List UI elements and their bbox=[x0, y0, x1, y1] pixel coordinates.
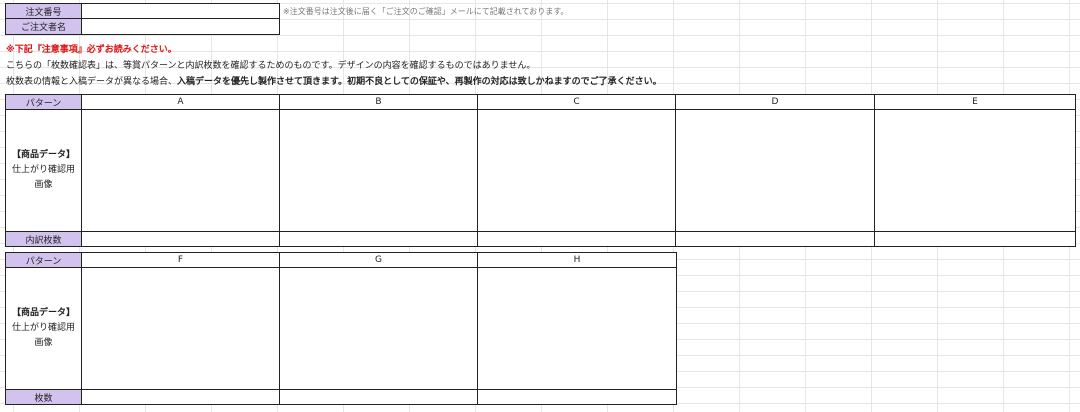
product-data-label: 【商品データ】 仕上がり確認用 画像 bbox=[5, 267, 82, 390]
count-cell[interactable] bbox=[81, 231, 280, 247]
notice-line-2-bold: 入稿データを優先し製作させて頂きます。初期不良としての保証や、再製作の対応は致し… bbox=[177, 77, 662, 87]
pattern-column-header: C bbox=[477, 94, 676, 110]
pattern-table-2: パターン F G H 【商品データ】 仕上がり確認用 画像 枚数 bbox=[5, 252, 677, 405]
count-cell[interactable] bbox=[675, 231, 875, 247]
pattern-column-header: D bbox=[675, 94, 875, 110]
notice-line-1: こちらの「枚数確認表」は、等賞パターンと内訳枚数を確認するためのものです。デザイ… bbox=[6, 61, 536, 71]
count-cell[interactable] bbox=[81, 389, 280, 405]
pattern-column-header: G bbox=[279, 252, 478, 268]
product-data-image-label: 画像 bbox=[34, 338, 53, 348]
pattern-header-label: パターン bbox=[5, 252, 82, 268]
image-cell[interactable] bbox=[81, 109, 280, 232]
order-number-label: 注文番号 bbox=[5, 3, 82, 19]
image-cell[interactable] bbox=[477, 267, 677, 390]
image-cell[interactable] bbox=[675, 109, 875, 232]
pattern-table-1: パターン A B C D E 【商品データ】 仕上がり確認用 画像 内訳枚数 bbox=[5, 94, 1076, 247]
customer-name-label: ご注文者名 bbox=[5, 18, 82, 35]
order-number-field[interactable] bbox=[81, 3, 280, 19]
image-cell[interactable] bbox=[477, 109, 676, 232]
product-data-title: 【商品データ】 bbox=[11, 308, 75, 318]
product-data-image-label: 画像 bbox=[34, 180, 53, 190]
count-label: 内訳枚数 bbox=[5, 231, 82, 247]
count-cell[interactable] bbox=[477, 389, 677, 405]
product-data-label: 【商品データ】 仕上がり確認用 画像 bbox=[5, 109, 82, 232]
count-cell[interactable] bbox=[279, 231, 478, 247]
image-cell[interactable] bbox=[81, 267, 280, 390]
customer-name-field[interactable] bbox=[81, 18, 280, 35]
product-data-subtitle: 仕上がり確認用 bbox=[11, 323, 75, 333]
notice-line-2: 枚数表の情報と入稿データが異なる場合、入稿データを優先し製作させて頂きます。初期… bbox=[6, 74, 662, 87]
pattern-column-header: H bbox=[477, 252, 677, 268]
pattern-column-header: E bbox=[874, 94, 1076, 110]
count-cell[interactable] bbox=[477, 231, 676, 247]
count-label: 枚数 bbox=[5, 389, 82, 405]
count-cell[interactable] bbox=[874, 231, 1076, 247]
order-number-note: ※注文番号は注文後に届く「ご注文のご確認」メールにて記載されております。 bbox=[283, 7, 569, 16]
count-cell[interactable] bbox=[279, 389, 478, 405]
pattern-column-header: B bbox=[279, 94, 478, 110]
warning-text: ※下記『注意事項』必ずお読みください。 bbox=[6, 45, 177, 55]
image-cell[interactable] bbox=[279, 267, 478, 390]
product-data-title: 【商品データ】 bbox=[11, 150, 75, 160]
pattern-header-label: パターン bbox=[5, 94, 82, 110]
pattern-column-header: F bbox=[81, 252, 280, 268]
product-data-subtitle: 仕上がり確認用 bbox=[11, 165, 75, 175]
pattern-column-header: A bbox=[81, 94, 280, 110]
image-cell[interactable] bbox=[279, 109, 478, 232]
image-cell[interactable] bbox=[874, 109, 1076, 232]
notice-line-2-prefix: 枚数表の情報と入稿データが異なる場合、 bbox=[6, 77, 178, 87]
